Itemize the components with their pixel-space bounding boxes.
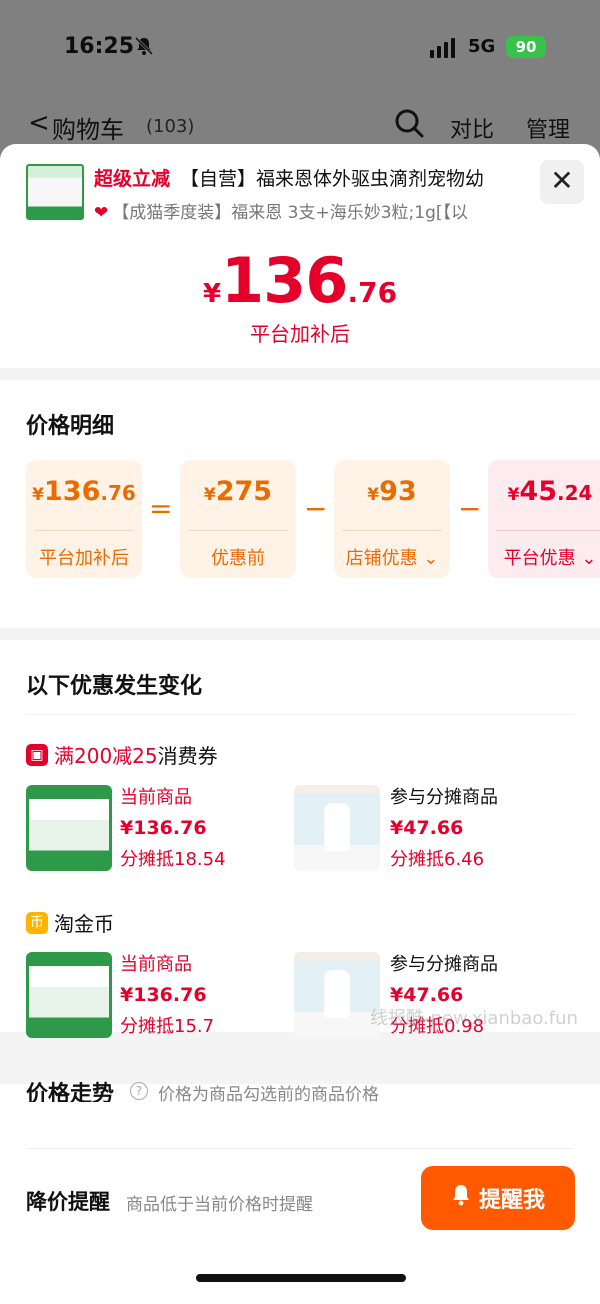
item-price: ¥47.66 <box>390 817 464 839</box>
coupon-icon: ▣ <box>26 743 48 766</box>
section-title: 价格明细 <box>26 414 115 439</box>
status-time: 16:25 <box>64 34 135 59</box>
minus-sign: − <box>458 492 482 525</box>
search-icon[interactable] <box>394 108 424 138</box>
box-label: 店铺优惠 <box>345 548 418 569</box>
shared-product-image[interactable] <box>294 785 380 871</box>
box-label-row: 平台优惠 ⌄ <box>488 544 600 570</box>
promo-name-highlight: 满200减25 <box>54 744 158 768</box>
currency-symbol: ¥ <box>32 485 45 505</box>
box-label-row: 店铺优惠 ⌄ <box>334 544 450 570</box>
box-label: 平台优惠 <box>503 548 576 569</box>
price-trend-and-reminder: 价格走势 ? 价格为商品勾选前的商品价格 降价提醒 商品低于当前价格时提醒 提醒… <box>0 1082 600 1304</box>
home-indicator[interactable] <box>196 1274 406 1282</box>
divider <box>342 530 442 531</box>
product-subtitle: 【成猫季度装】福来恩 3支+海乐妙3粒;1g[【以 <box>112 203 468 223</box>
manage-button[interactable]: 管理 <box>526 112 570 144</box>
promo-coin-header: 币 淘金币 <box>26 908 114 937</box>
item-price: ¥136.76 <box>120 984 207 1006</box>
remind-me-button[interactable]: 提醒我 <box>421 1166 575 1230</box>
bell-icon <box>451 1184 471 1212</box>
item-share: 分摊抵6.46 <box>390 849 485 870</box>
price-decimal: .76 <box>347 276 398 309</box>
breakdown-box-platform-discount[interactable]: ¥45.24 平台优惠 ⌄ <box>488 460 600 578</box>
currency-symbol: ¥ <box>507 485 520 505</box>
product-sku: ❤ 【成猫季度装】福来恩 3支+海乐妙3粒;1g[【以 <box>94 198 520 223</box>
divider <box>26 714 574 715</box>
section-title: 以下优惠发生变化 <box>26 674 203 699</box>
chevron-down-icon: ⌄ <box>575 548 597 569</box>
promo-coupon-header: ▣ 满200减25 消费券 <box>26 740 218 769</box>
item-share: 分摊抵15.7 <box>120 1016 215 1037</box>
promo-tag: 超级立减 <box>94 168 171 190</box>
final-price: ¥136.76 <box>0 244 600 317</box>
product-title[interactable]: 超级立减 【自营】福来恩体外驱虫滴剂宠物幼 <box>94 164 520 191</box>
product-header: 超级立减 【自营】福来恩体外驱虫滴剂宠物幼 ❤ 【成猫季度装】福来恩 3支+海乐妙3… <box>0 144 600 368</box>
price-integer: 136 <box>221 244 348 317</box>
amount-integer: 136 <box>44 476 101 507</box>
current-product-info: 当前商品 ¥136.76 分摊抵18.54 <box>120 782 226 875</box>
amount-integer: 93 <box>379 476 417 507</box>
item-role: 当前商品 <box>120 787 192 808</box>
currency-symbol: ¥ <box>367 485 380 505</box>
bell-muted-icon <box>134 36 154 61</box>
item-role: 参与分摊商品 <box>390 954 498 975</box>
divider <box>34 530 134 531</box>
price-breakdown: 价格明细 ¥136.76 平台加补后 = ¥275 优惠前 − ¥93 店铺优惠… <box>0 380 600 628</box>
box-label: 平台加补后 <box>39 548 129 569</box>
minus-sign: − <box>304 492 328 525</box>
amount-decimal: .76 <box>100 481 136 505</box>
current-product-info: 当前商品 ¥136.76 分摊抵15.7 <box>120 949 214 1042</box>
breakdown-box-final: ¥136.76 平台加补后 <box>26 460 142 578</box>
final-price-label: 平台加补后 <box>250 322 350 346</box>
divider <box>26 1148 574 1149</box>
cart-count: (103) <box>146 116 195 137</box>
divider <box>496 530 600 531</box>
help-icon[interactable]: ? <box>130 1082 148 1100</box>
close-button[interactable]: ✕ <box>540 160 584 204</box>
network-type: 5G <box>468 36 496 57</box>
reminder-title: 降价提醒 <box>26 1190 110 1214</box>
heart-icon: ❤ <box>94 203 109 223</box>
amount-decimal: .24 <box>556 481 593 505</box>
box-label: 优惠前 <box>211 548 265 569</box>
reminder-description: 商品低于当前价格时提醒 <box>126 1195 313 1215</box>
equals-sign: = <box>149 492 173 525</box>
amount-integer: 275 <box>215 476 273 507</box>
remind-me-label: 提醒我 <box>478 1188 545 1213</box>
amount-integer: 45 <box>519 476 557 507</box>
price-symbol: ¥ <box>202 279 222 309</box>
item-role: 参与分摊商品 <box>390 787 498 808</box>
item-share: 分摊抵18.54 <box>120 849 226 870</box>
item-price: ¥136.76 <box>120 817 207 839</box>
currency-symbol: ¥ <box>203 485 216 505</box>
battery-icon: 90 <box>506 36 546 58</box>
coin-icon: 币 <box>26 911 48 934</box>
item-role: 当前商品 <box>120 954 192 975</box>
page-title: 购物车 <box>52 116 124 144</box>
breakdown-box-store-discount[interactable]: ¥93 店铺优惠 ⌄ <box>334 460 450 578</box>
promo-name: 消费券 <box>157 744 218 768</box>
shared-product-info: 参与分摊商品 ¥47.66 分摊抵6.46 <box>390 782 498 875</box>
compare-button[interactable]: 对比 <box>450 112 494 144</box>
back-icon[interactable]: < <box>28 108 50 138</box>
navbar: < 购物车 (103) 对比 管理 <box>0 108 600 148</box>
background-app: 16:25 5G 90 < 购物车 (103) 对比 管理 <box>0 0 600 160</box>
promo-name: 淘金币 <box>54 912 114 936</box>
chevron-down-icon: ⌄ <box>417 548 439 569</box>
current-product-image[interactable] <box>26 952 112 1038</box>
breakdown-box-original: ¥275 优惠前 <box>180 460 296 578</box>
status-bar: 16:25 5G 90 <box>0 30 600 70</box>
shared-product-image[interactable] <box>294 952 380 1038</box>
signal-icon <box>430 38 455 58</box>
price-detail-sheet: 超级立减 【自营】福来恩体外驱虫滴剂宠物幼 ❤ 【成猫季度装】福来恩 3支+海乐妙3… <box>0 144 600 1304</box>
divider <box>188 530 288 531</box>
product-thumbnail[interactable] <box>26 164 84 220</box>
current-product-image[interactable] <box>26 785 112 871</box>
discount-changes: 以下优惠发生变化 ▣ 满200减25 消费券 当前商品 ¥136.76 分摊抵18… <box>0 640 600 1038</box>
watermark: 线报酷-new.xianbao.fun <box>370 1008 578 1029</box>
close-icon: ✕ <box>550 164 574 197</box>
battery-level: 90 <box>515 38 537 56</box>
product-title-text: 【自营】福来恩体外驱虫滴剂宠物幼 <box>180 168 485 190</box>
